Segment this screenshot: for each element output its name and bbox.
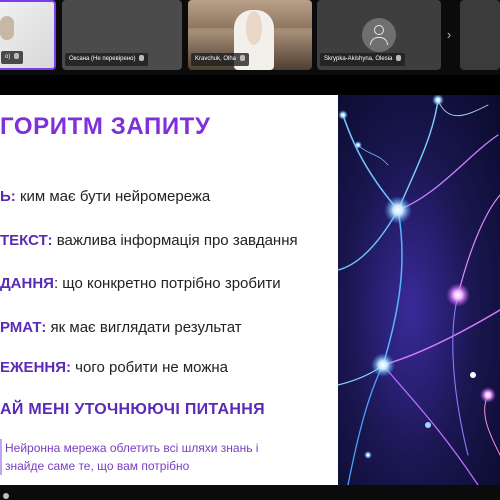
participant-video bbox=[0, 16, 14, 40]
algorithm-item-text: чого робити не можна bbox=[71, 359, 229, 376]
slide-call-to-action: АЙ МЕНІ УТОЧНЮЮЧІ ПИТАННЯ bbox=[0, 401, 265, 418]
participant-name-tag: Оксана (Не перевірено) bbox=[65, 53, 149, 66]
video-conference-window: { "participants": [ {"name": "o)"}, {"na… bbox=[0, 0, 500, 500]
slide-note: Нейронна мережа облетить всі шляхи знань… bbox=[0, 439, 259, 475]
algorithm-item-key: ТЕКСТ: bbox=[0, 232, 53, 249]
participant-name-tag: o) bbox=[1, 51, 24, 64]
bottom-bar bbox=[0, 485, 500, 500]
next-participants-button[interactable]: › bbox=[441, 22, 457, 48]
algorithm-item-text: як має виглядати результат bbox=[46, 319, 242, 336]
participant-tile[interactable]: Оксана (Не перевірено) bbox=[62, 0, 182, 70]
algorithm-item-key: ЕЖЕННЯ: bbox=[0, 359, 72, 376]
participants-strip: o) Оксана (Не перевірено) Kravchuk, Olha… bbox=[0, 0, 500, 75]
algorithm-item-key: Ь: bbox=[0, 188, 16, 205]
microphone-icon bbox=[396, 55, 402, 62]
shared-screen-slide: ГОРИТМ ЗАПИТУ Ь: ким має бути нейромереж… bbox=[0, 95, 500, 485]
participant-tile[interactable]: Kravchuk, Olha bbox=[188, 0, 312, 70]
algorithm-item-text: : що конкретно потрібно зробити bbox=[53, 275, 281, 292]
participant-name-tag: Skrypka-Akishyna, Olesia bbox=[320, 53, 406, 66]
slide-title: ГОРИТМ ЗАПИТУ bbox=[0, 113, 211, 140]
neural-network-image bbox=[338, 95, 500, 485]
algorithm-item: ДАННЯ: що конкретно потрібно зробити bbox=[0, 275, 281, 292]
participant-tile[interactable]: Skrypka-Akishyna, Olesia bbox=[317, 0, 441, 70]
algorithm-item: Ь: ким має бути нейромережа bbox=[0, 188, 210, 205]
user-avatar-icon bbox=[362, 18, 396, 52]
participant-name-tag: Kravchuk, Olha bbox=[191, 53, 250, 66]
status-dot-icon bbox=[3, 493, 9, 499]
participant-tile-active[interactable]: o) bbox=[0, 0, 56, 70]
algorithm-item-text: важлива інформація про завдання bbox=[52, 232, 298, 249]
participant-tile[interactable] bbox=[460, 0, 500, 70]
microphone-icon bbox=[240, 55, 246, 62]
algorithm-item-key: ДАННЯ bbox=[0, 275, 54, 292]
algorithm-item: ТЕКСТ: важлива інформація про завдання bbox=[0, 232, 298, 249]
microphone-icon bbox=[14, 53, 20, 60]
slide-note-line: Нейронна мережа облетить всі шляхи знань… bbox=[5, 441, 259, 455]
slide-note-line: знайде саме те, що вам потрібно bbox=[5, 459, 190, 473]
algorithm-item-text: ким має бути нейромережа bbox=[15, 188, 211, 205]
algorithm-item-key: РМАТ: bbox=[0, 319, 47, 336]
microphone-icon bbox=[139, 55, 145, 62]
algorithm-item: ЕЖЕННЯ: чого робити не можна bbox=[0, 359, 228, 376]
note-accent-bar bbox=[0, 439, 2, 475]
algorithm-item: РМАТ: як має виглядати результат bbox=[0, 319, 242, 336]
